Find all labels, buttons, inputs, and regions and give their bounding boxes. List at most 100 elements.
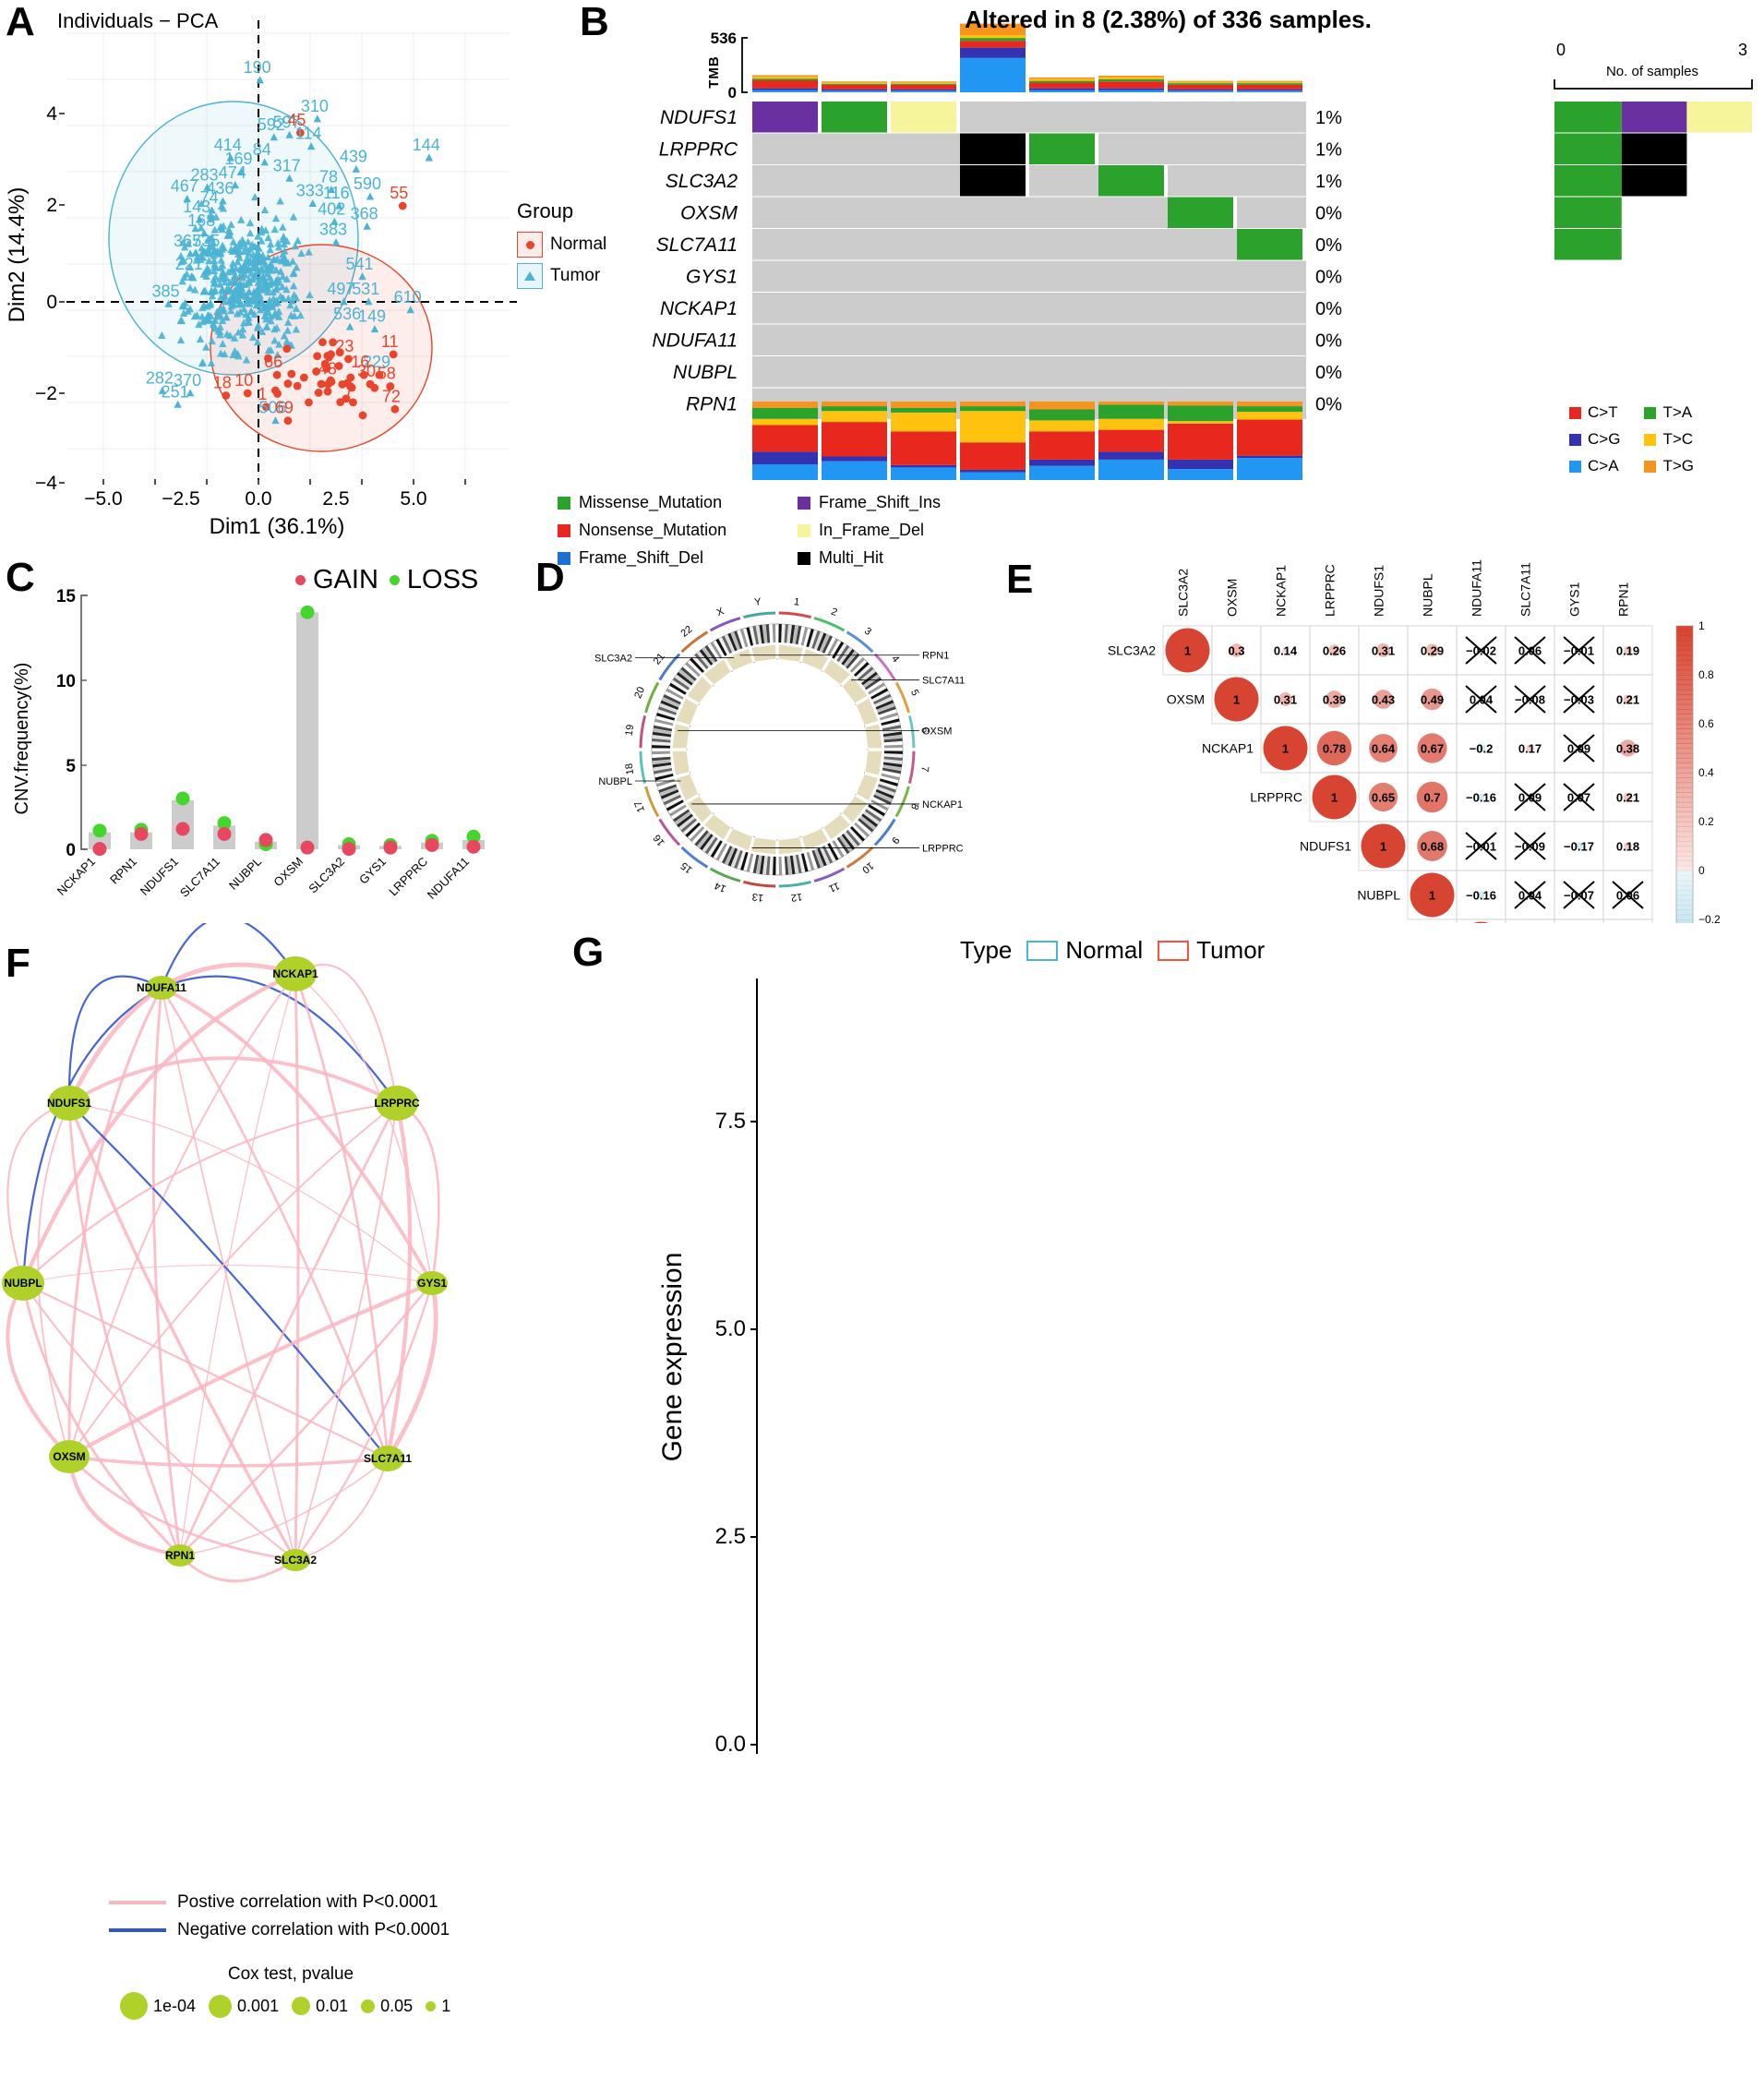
svg-text:NCKAP1: NCKAP1 <box>54 855 98 898</box>
snv-legend-item[interactable]: C>T <box>1569 403 1620 422</box>
svg-text:20: 20 <box>632 685 647 700</box>
variant-legend-item[interactable]: Nonsense_Mutation <box>558 521 788 540</box>
svg-text:610: 610 <box>394 288 422 306</box>
cnv-legend-gain-label: GAIN <box>313 565 378 594</box>
svg-text:3: 3 <box>862 626 873 638</box>
variant-legend-item[interactable]: In_Frame_Del <box>798 521 941 540</box>
network-size-legend: Cox test, pvalue 1e-04 0.001 0.01 0.05 1 <box>120 1964 462 2020</box>
size-legend-item[interactable]: 0.001 <box>209 1994 279 2018</box>
size-legend-item[interactable]: 0.05 <box>361 1997 413 2016</box>
variant-legend-item[interactable]: Frame_Shift_Ins <box>798 493 941 512</box>
node-size-icon <box>292 1997 311 2015</box>
svg-text:17: 17 <box>632 799 647 814</box>
svg-text:2.5: 2.5 <box>322 488 349 510</box>
svg-text:2: 2 <box>46 195 57 216</box>
tumor-marker-icon <box>517 263 543 289</box>
svg-text:0: 0 <box>46 292 57 313</box>
samples-axis-max: 3 <box>1738 41 1747 59</box>
svg-text:0.18: 0.18 <box>1616 840 1639 854</box>
svg-text:439: 439 <box>340 147 367 165</box>
boxplot-ylabel: Gene expression <box>657 1253 688 1462</box>
svg-text:NDUFS1: NDUFS1 <box>1300 839 1351 854</box>
boxplot-legend-tumor[interactable]: Tumor <box>1158 936 1265 965</box>
svg-text:535: 535 <box>192 232 220 250</box>
node-size-icon <box>426 2000 437 2011</box>
variant-legend-item[interactable]: Missense_Mutation <box>558 493 788 512</box>
size-legend-item[interactable]: 1 <box>426 1997 450 2016</box>
cnv-legend-gain[interactable]: GAIN <box>295 565 378 595</box>
svg-text:467: 467 <box>171 177 198 196</box>
snv-legend-label: C>G <box>1588 430 1621 448</box>
svg-text:SLC7A11: SLC7A11 <box>922 676 965 687</box>
panel-f: F NDUFA11 NCKAP1 NDUFS1 LRPPRC NUBPL GYS1 OXSM… <box>0 923 572 2077</box>
svg-text:190: 190 <box>244 58 271 77</box>
snv-legend-item[interactable]: T>G <box>1644 457 1694 475</box>
variant-swatch-icon <box>558 523 570 537</box>
pca-scatter: Individuals − PCA 190310592597114414 8416… <box>5 9 517 539</box>
svg-text:LRPPRC: LRPPRC <box>1250 790 1302 805</box>
svg-text:1: 1 <box>258 385 267 403</box>
boxplot-legend-normal[interactable]: Normal <box>1026 936 1143 965</box>
svg-text:10: 10 <box>234 371 253 390</box>
svg-text:333: 333 <box>296 182 324 200</box>
tumor-box-icon <box>1158 940 1190 961</box>
boxplot-legend-tumor-label: Tumor <box>1196 936 1266 964</box>
svg-text:LRPPRC: LRPPRC <box>659 138 738 160</box>
svg-text:SLC3A2: SLC3A2 <box>666 171 738 192</box>
svg-text:−0.2: −0.2 <box>1698 913 1721 923</box>
cnv-legend-loss[interactable]: LOSS <box>389 565 479 595</box>
svg-text:18: 18 <box>624 762 636 775</box>
svg-text:0.8: 0.8 <box>1698 668 1714 681</box>
svg-text:0%: 0% <box>1315 394 1342 414</box>
edge-legend-negative-label: Negative correlation with P<0.0001 <box>177 1920 450 1939</box>
svg-text:11: 11 <box>381 332 399 351</box>
svg-text:GYS1: GYS1 <box>417 1277 447 1290</box>
panel-d-letter: D <box>535 555 565 600</box>
svg-text:0.64: 0.64 <box>1372 742 1396 756</box>
svg-text:19: 19 <box>624 724 636 737</box>
panel-c-letter: C <box>6 555 35 600</box>
normal-marker-icon <box>517 232 543 258</box>
svg-text:X: X <box>715 606 726 618</box>
snv-legend-label: T>G <box>1662 457 1694 474</box>
svg-text:7.5: 7.5 <box>715 1109 746 1134</box>
pca-xlabel: Dim1 (36.1%) <box>210 514 345 539</box>
svg-text:11: 11 <box>827 880 841 894</box>
size-legend-label: 0.01 <box>316 1996 349 2015</box>
size-legend-item[interactable]: 1e-04 <box>120 1992 196 2020</box>
svg-text:OXSM: OXSM <box>270 855 306 890</box>
cnv-legend-loss-label: LOSS <box>406 565 479 594</box>
svg-text:−0.16: −0.16 <box>1466 889 1496 903</box>
svg-text:0.3: 0.3 <box>1228 644 1244 658</box>
svg-text:SLC3A2: SLC3A2 <box>306 855 347 896</box>
panel-g-letter: G <box>572 930 605 975</box>
svg-text:LRPPRC: LRPPRC <box>1323 564 1338 617</box>
svg-text:8: 8 <box>908 801 920 810</box>
svg-text:0.2: 0.2 <box>1698 815 1714 828</box>
loss-dot-icon <box>389 575 400 585</box>
snv-legend-item[interactable]: T>A <box>1644 403 1694 422</box>
variant-legend-label: Frame_Shift_Ins <box>819 493 942 511</box>
snv-swatch-icon <box>1644 460 1657 473</box>
svg-text:168: 168 <box>187 211 215 230</box>
svg-text:66: 66 <box>264 353 282 371</box>
svg-text:69: 69 <box>275 399 294 417</box>
svg-text:NUBPL: NUBPL <box>673 362 738 383</box>
size-legend-label: 0.05 <box>380 1996 414 2015</box>
svg-text:0.17: 0.17 <box>1518 742 1542 756</box>
snv-swatch-icon <box>1569 460 1581 473</box>
svg-text:−0.17: −0.17 <box>1564 840 1594 854</box>
svg-text:0%: 0% <box>1315 363 1342 383</box>
snv-legend-item[interactable]: C>G <box>1569 430 1620 449</box>
svg-text:0.0: 0.0 <box>245 488 271 510</box>
snv-legend-item[interactable]: C>A <box>1569 457 1620 475</box>
svg-text:NUBPL: NUBPL <box>1421 573 1435 617</box>
svg-text:497: 497 <box>327 280 354 298</box>
edge-legend-negative[interactable]: Negative correlation with P<0.0001 <box>109 1920 450 1940</box>
svg-text:SLC3A2: SLC3A2 <box>1108 643 1156 658</box>
svg-text:NUBPL: NUBPL <box>226 855 264 893</box>
size-legend-item[interactable]: 0.01 <box>292 1997 348 2016</box>
svg-text:48: 48 <box>318 360 337 378</box>
edge-legend-positive[interactable]: Postive correlation with P<0.0001 <box>109 1892 450 1913</box>
snv-legend-item[interactable]: T>C <box>1644 430 1694 449</box>
